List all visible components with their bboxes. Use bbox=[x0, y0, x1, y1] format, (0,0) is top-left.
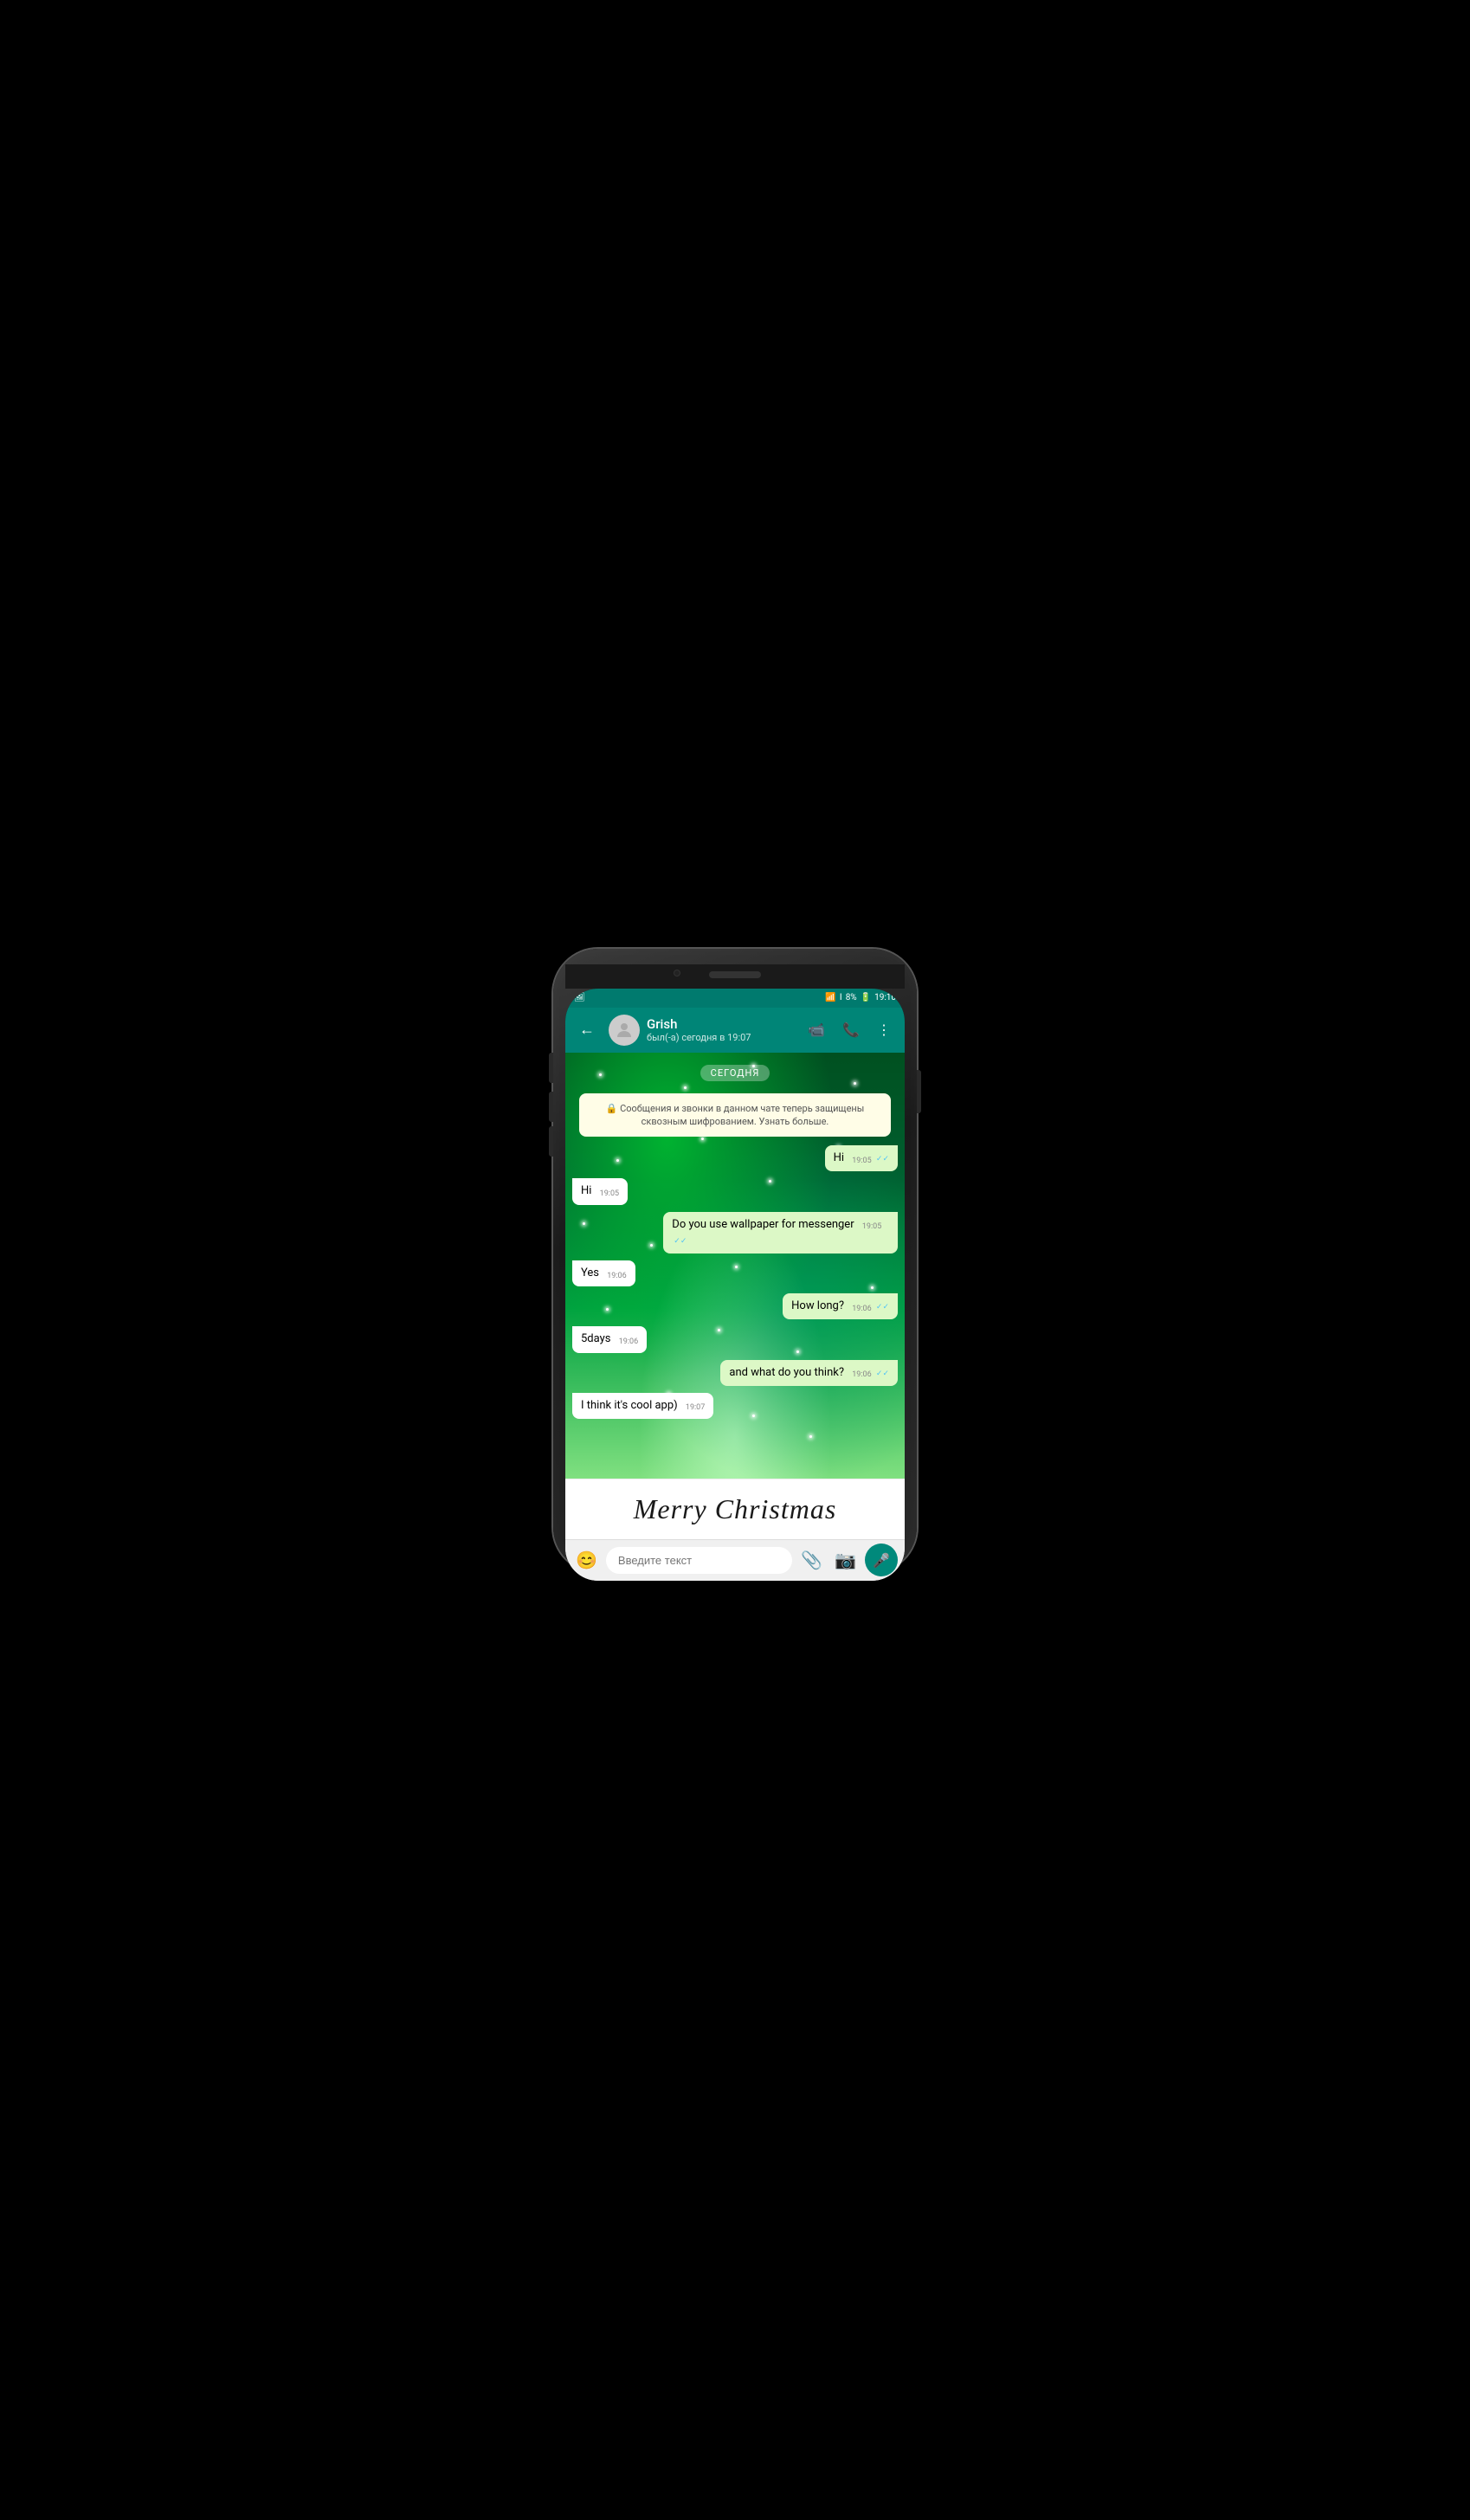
message-bubble-received: 5days 19:06 bbox=[572, 1326, 647, 1352]
phone-top-bezel bbox=[565, 964, 905, 989]
message-text: Yes bbox=[581, 1266, 599, 1279]
back-button[interactable]: ← bbox=[572, 1014, 602, 1046]
message-row: How long? 19:06 ✓✓ bbox=[572, 1293, 898, 1319]
merry-christmas-banner: Merry Christmas bbox=[565, 1479, 905, 1539]
mic-button[interactable]: 🎤 bbox=[865, 1544, 898, 1576]
app-bar: ← Grish был(-а) сегодня в 19:07 📹 📞 ⋮ bbox=[565, 1008, 905, 1053]
notification-icon: 🖼 bbox=[574, 993, 585, 1002]
mic-icon: 🎤 bbox=[873, 1552, 890, 1569]
battery-level: 8% bbox=[846, 993, 857, 1002]
encryption-notice: 🔒 Сообщения и звонки в данном чате тепер… bbox=[579, 1093, 891, 1138]
message-time: 19:06 bbox=[607, 1271, 626, 1282]
more-options-button[interactable]: ⋮ bbox=[870, 1015, 898, 1045]
signal-bars: Ⅰ bbox=[840, 993, 842, 1002]
status-right: 📶 Ⅰ 8% 🔋 19:10 bbox=[825, 993, 896, 1002]
message-bubble-received: I think it's cool app) 19:07 bbox=[572, 1393, 713, 1419]
status-bar: 🖼 📶 Ⅰ 8% 🔋 19:10 bbox=[565, 989, 905, 1008]
message-bubble-received: Yes 19:06 bbox=[572, 1260, 635, 1286]
message-ticks: ✓✓ bbox=[876, 1155, 889, 1163]
date-divider: СЕГОДНЯ bbox=[572, 1065, 898, 1081]
message-text: Hi bbox=[581, 1184, 591, 1197]
message-bubble-sent: Do you use wallpaper for messenger 19:05… bbox=[663, 1212, 898, 1254]
battery-icon: 🔋 bbox=[861, 993, 871, 1002]
clock: 19:10 bbox=[874, 993, 896, 1002]
chat-area: СЕГОДНЯ 🔒 Сообщения и звонки в данном ча… bbox=[565, 1053, 905, 1479]
message-time: 19:05 bbox=[862, 1221, 881, 1233]
video-call-button[interactable]: 📹 bbox=[801, 1015, 832, 1045]
camera-button[interactable]: 📷 bbox=[831, 1546, 860, 1574]
message-time: 19:06 bbox=[619, 1337, 638, 1348]
input-bar: 😊 📎 📷 🎤 bbox=[565, 1539, 905, 1581]
message-row: Do you use wallpaper for messenger 19:05… bbox=[572, 1212, 898, 1254]
message-row: I think it's cool app) 19:07 bbox=[572, 1393, 898, 1419]
message-ticks: ✓✓ bbox=[876, 1370, 889, 1378]
message-row: Hi 19:05 bbox=[572, 1178, 898, 1204]
date-label: СЕГОДНЯ bbox=[700, 1065, 770, 1081]
message-row: and what do you think? 19:06 ✓✓ bbox=[572, 1360, 898, 1386]
phone-content: 🖼 📶 Ⅰ 8% 🔋 19:10 ← bbox=[565, 989, 905, 1581]
attach-button[interactable]: 📎 bbox=[797, 1546, 826, 1574]
chat-content: СЕГОДНЯ 🔒 Сообщения и звонки в данном ча… bbox=[565, 1053, 905, 1428]
message-time: 19:06 bbox=[852, 1370, 871, 1381]
phone-speaker bbox=[709, 971, 761, 978]
merry-christmas-text: Merry Christmas bbox=[634, 1493, 837, 1525]
message-bubble-sent: Hi 19:05 ✓✓ bbox=[825, 1145, 898, 1171]
message-row: Hi 19:05 ✓✓ bbox=[572, 1145, 898, 1171]
message-text: I think it's cool app) bbox=[581, 1399, 678, 1412]
message-bubble-sent: and what do you think? 19:06 ✓✓ bbox=[720, 1360, 898, 1386]
message-text: 5days bbox=[581, 1332, 610, 1345]
emoji-button[interactable]: 😊 bbox=[572, 1546, 601, 1574]
message-row: Yes 19:06 bbox=[572, 1260, 898, 1286]
app-bar-actions: 📹 📞 ⋮ bbox=[801, 1015, 898, 1045]
phone-frame: 🖼 📶 Ⅰ 8% 🔋 19:10 ← bbox=[553, 949, 917, 1572]
message-text: How long? bbox=[791, 1299, 844, 1312]
phone-screen: 🖼 📶 Ⅰ 8% 🔋 19:10 ← bbox=[565, 989, 905, 1581]
message-bubble-sent: How long? 19:06 ✓✓ bbox=[783, 1293, 898, 1319]
avatar-icon bbox=[614, 1020, 635, 1041]
message-row: 5days 19:06 bbox=[572, 1326, 898, 1352]
message-time: 19:06 bbox=[852, 1304, 871, 1315]
message-text: Do you use wallpaper for messenger bbox=[672, 1218, 854, 1231]
status-left: 🖼 bbox=[574, 993, 585, 1002]
message-time: 19:07 bbox=[686, 1402, 705, 1414]
message-text: Hi bbox=[834, 1151, 844, 1164]
wifi-icon: 📶 bbox=[825, 993, 835, 1002]
chat-bottom: Merry Christmas 😊 📎 📷 🎤 bbox=[565, 1479, 905, 1581]
contact-name: Grish bbox=[647, 1016, 801, 1032]
message-ticks: ✓✓ bbox=[674, 1237, 687, 1246]
message-bubble-received: Hi 19:05 bbox=[572, 1178, 628, 1204]
voice-call-button[interactable]: 📞 bbox=[835, 1015, 867, 1045]
avatar bbox=[609, 1015, 640, 1046]
message-text: and what do you think? bbox=[729, 1366, 844, 1379]
last-seen: был(-а) сегодня в 19:07 bbox=[647, 1032, 801, 1043]
message-time: 19:05 bbox=[600, 1189, 619, 1200]
phone-camera bbox=[674, 970, 680, 976]
message-ticks: ✓✓ bbox=[876, 1303, 889, 1312]
message-time: 19:05 bbox=[852, 1156, 871, 1167]
contact-info: Grish был(-а) сегодня в 19:07 bbox=[647, 1016, 801, 1043]
message-input[interactable] bbox=[606, 1547, 792, 1574]
